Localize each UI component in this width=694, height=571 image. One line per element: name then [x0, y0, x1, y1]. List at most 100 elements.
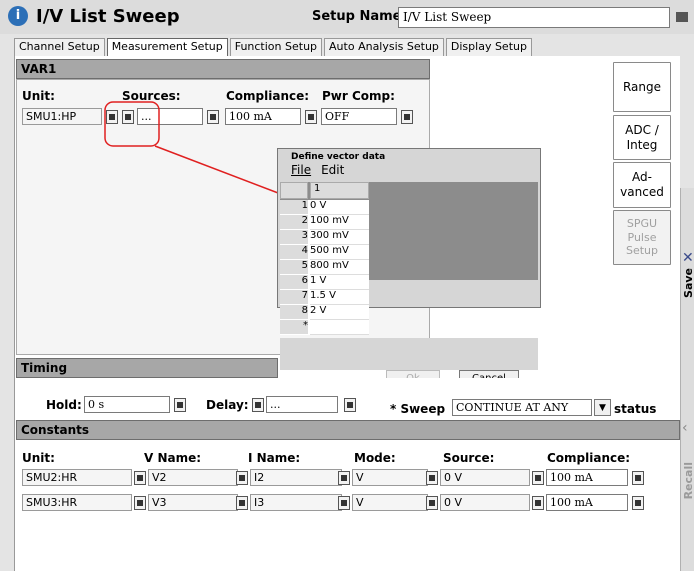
const-iname-field[interactable]: I3 [250, 494, 342, 511]
status-label: status [614, 402, 657, 416]
tab-display-setup[interactable]: Display Setup [445, 38, 532, 58]
var1-pwr-comp-dropdown-icon[interactable] [401, 110, 413, 124]
grid-row-number: * [280, 320, 308, 334]
const-source-field[interactable]: 0 V [440, 469, 530, 486]
const-vname-field[interactable]: V3 [148, 494, 238, 511]
var1-sources-label: Sources: [122, 89, 181, 103]
const-compliance-field[interactable]: 100 mA [546, 469, 628, 486]
const-iname-calc-icon[interactable] [236, 471, 248, 485]
var1-pwr-comp-label: Pwr Comp: [322, 89, 395, 103]
collapse-chevron-icon[interactable]: ‹ [682, 420, 688, 436]
const-source-calc-icon[interactable] [426, 496, 438, 510]
range-button[interactable]: Range [613, 62, 671, 112]
var1-sources-field[interactable]: ... [137, 108, 203, 125]
recall-side-tab[interactable]: Recall [682, 462, 694, 499]
var1-unit-calc-icon[interactable] [106, 110, 118, 124]
advanced-button[interactable]: Ad- vanced [613, 162, 671, 208]
grid-row-number: 4 [280, 245, 308, 259]
const-unit-field[interactable]: SMU2:HR [22, 469, 132, 486]
var1-unit-field[interactable]: SMU1:HP [22, 108, 102, 125]
tab-function-setup[interactable]: Function Setup [229, 38, 323, 58]
sweep-label: * Sweep [390, 402, 446, 416]
hold-label: Hold: [46, 398, 82, 412]
grid-column-header: 1 [310, 182, 369, 199]
grid-row-value[interactable]: 800 mV [310, 260, 369, 275]
const-mode-label: Mode: [354, 451, 396, 465]
grid-row-number: 8 [280, 305, 308, 319]
side-panel [680, 188, 694, 571]
grid-row-value[interactable]: 2 V [310, 305, 369, 320]
grid-row-value[interactable] [310, 320, 369, 335]
tab-measurement-setup[interactable]: Measurement Setup [106, 38, 228, 58]
grid-row-number: 6 [280, 275, 308, 289]
delay-edit-icon[interactable] [344, 398, 356, 412]
var1-pwr-comp-field[interactable]: OFF [321, 108, 397, 125]
app-title: I/V List Sweep [36, 6, 180, 27]
adc-integ-button[interactable]: ADC / Integ [613, 115, 671, 160]
sweep-select[interactable]: CONTINUE AT ANY [452, 399, 592, 416]
const-source-calc-icon[interactable] [426, 471, 438, 485]
grid-row-value[interactable]: 100 mV [310, 215, 369, 230]
grid-lower-area [280, 338, 538, 370]
grid-row-number: 1 [280, 200, 308, 214]
info-icon[interactable]: i [8, 6, 28, 26]
var1-unit-label: Unit: [22, 89, 55, 103]
delay-calc-icon[interactable] [252, 398, 264, 412]
delay-field[interactable]: ... [266, 396, 338, 413]
const-compliance-edit-icon[interactable] [632, 471, 644, 485]
var1-compliance-calc-icon[interactable] [305, 110, 317, 124]
dialog-menu-bar: File Edit [283, 163, 352, 177]
var1-compliance-field[interactable]: 100 mA [225, 108, 301, 125]
dialog-title: Define vector data [291, 152, 386, 162]
const-mode-field[interactable]: V [352, 469, 428, 486]
grid-row-number: 7 [280, 290, 308, 304]
var1-sources-edit-icon[interactable] [207, 110, 219, 124]
grid-row-value[interactable]: 300 mV [310, 230, 369, 245]
const-compliance-calc-icon[interactable] [532, 471, 544, 485]
const-vname-calc-icon[interactable] [134, 496, 146, 510]
hold-field[interactable]: 0 s [84, 396, 170, 413]
const-mode-calc-icon[interactable] [338, 496, 350, 510]
const-compliance-calc-icon[interactable] [532, 496, 544, 510]
var1-sources-calc-icon[interactable] [122, 110, 134, 124]
grid-row-number: 5 [280, 260, 308, 274]
tab-channel-setup[interactable]: Channel Setup [14, 38, 105, 58]
const-unit-field[interactable]: SMU3:HR [22, 494, 132, 511]
const-vname-label: V Name: [144, 451, 202, 465]
keyboard-icon[interactable] [676, 12, 688, 22]
timing-header: Timing [16, 358, 278, 378]
menu-edit[interactable]: Edit [321, 163, 344, 177]
save-side-tab[interactable]: Save [682, 268, 694, 298]
tab-auto-analysis-setup[interactable]: Auto Analysis Setup [324, 38, 444, 58]
tab-bar: Channel Setup Measurement Setup Function… [14, 38, 534, 58]
const-iname-calc-icon[interactable] [236, 496, 248, 510]
const-vname-field[interactable]: V2 [148, 469, 238, 486]
grid-row-value[interactable]: 1 V [310, 275, 369, 290]
const-vname-calc-icon[interactable] [134, 471, 146, 485]
grid-row-number: 3 [280, 230, 308, 244]
const-source-field[interactable]: 0 V [440, 494, 530, 511]
spgu-pulse-setup-button[interactable]: SPGU Pulse Setup [613, 210, 671, 265]
const-mode-field[interactable]: V [352, 494, 428, 511]
hold-calc-icon[interactable] [174, 398, 186, 412]
var1-compliance-label: Compliance: [226, 89, 310, 103]
const-mode-calc-icon[interactable] [338, 471, 350, 485]
const-compliance-field[interactable]: 100 mA [546, 494, 628, 511]
close-icon[interactable]: ✕ [682, 250, 694, 266]
setup-name-label: Setup Name: [312, 9, 407, 24]
const-source-label: Source: [443, 451, 495, 465]
delay-label: Delay: [206, 398, 249, 412]
const-compliance-edit-icon[interactable] [632, 496, 644, 510]
setup-name-input[interactable]: I/V List Sweep [398, 7, 670, 28]
sweep-dropdown-icon[interactable]: ▼ [594, 399, 611, 416]
grid-corner [280, 182, 308, 199]
grid-row-number: 2 [280, 215, 308, 229]
grid-row-value[interactable]: 500 mV [310, 245, 369, 260]
const-iname-field[interactable]: I2 [250, 469, 342, 486]
constants-header: Constants [16, 420, 680, 440]
grid-row-value[interactable]: 0 V [310, 200, 369, 215]
const-compliance-label: Compliance: [547, 451, 631, 465]
menu-file[interactable]: File [291, 163, 311, 177]
grid-row-value[interactable]: 1.5 V [310, 290, 369, 305]
const-unit-label: Unit: [22, 451, 55, 465]
